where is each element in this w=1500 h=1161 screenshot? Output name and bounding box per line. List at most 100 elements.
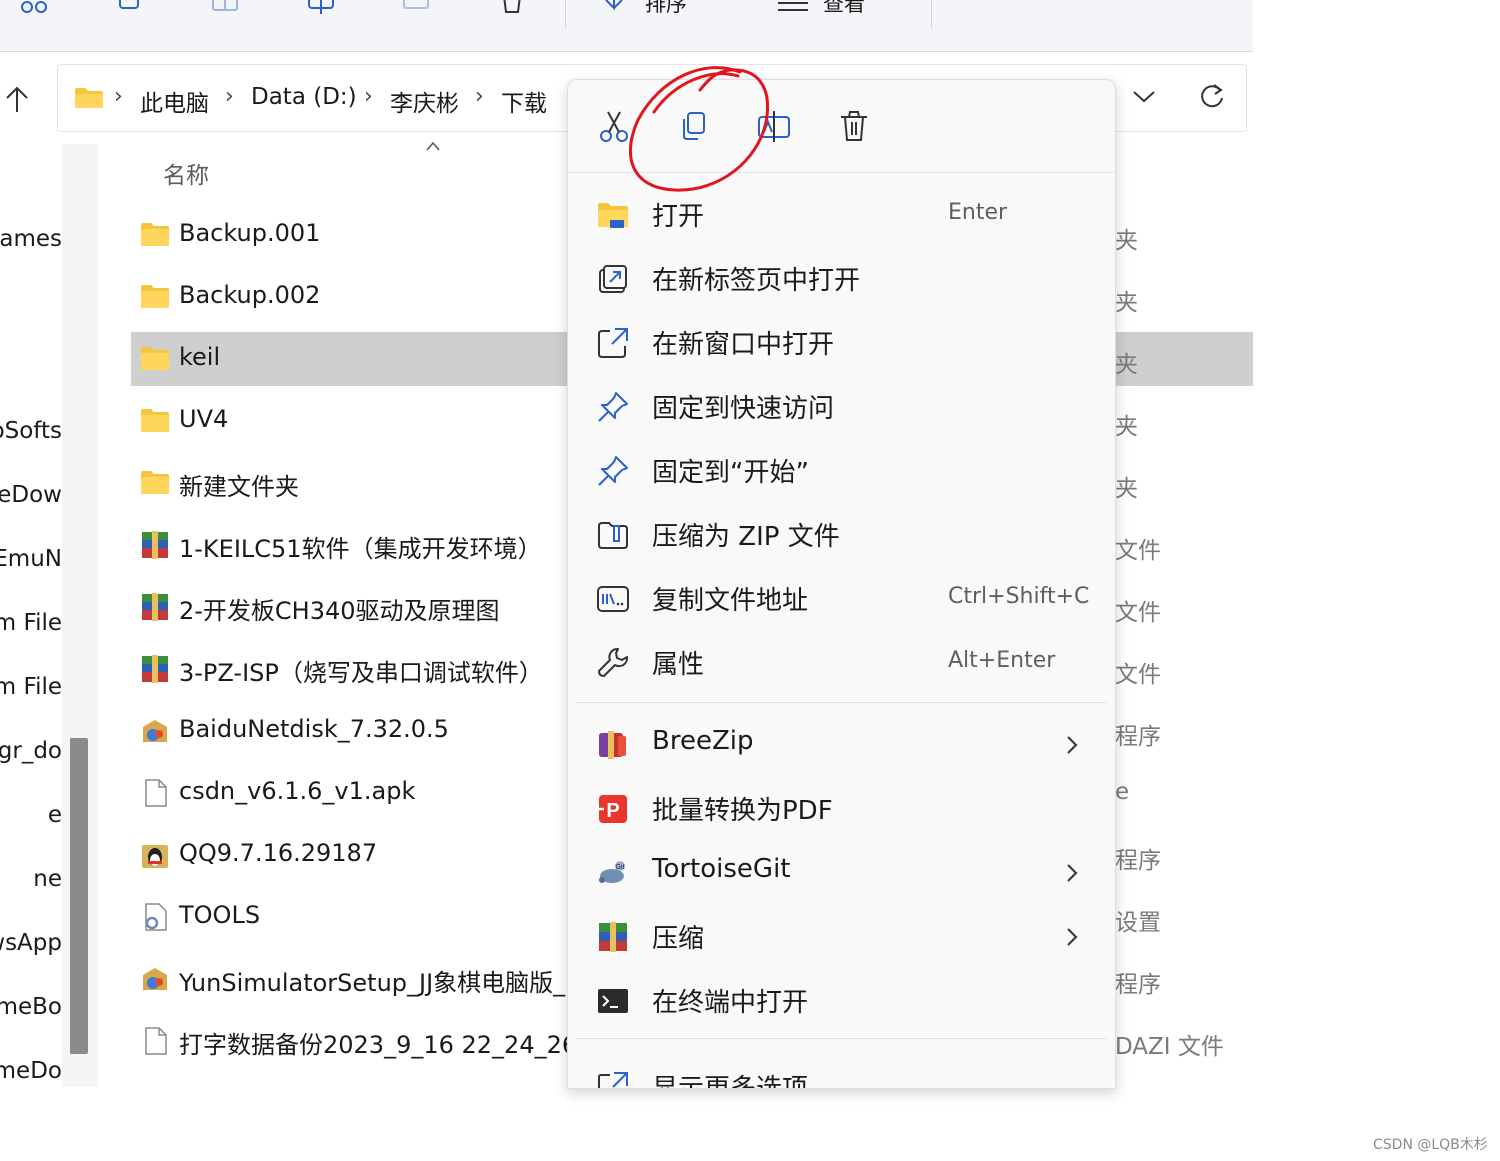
sort-button[interactable]: 排序 xyxy=(645,0,687,18)
file-name: TOOLS xyxy=(179,901,261,929)
menu-item-shortcut: Ctrl+Shift+C xyxy=(948,584,1090,609)
rename-icon[interactable] xyxy=(207,0,243,16)
menu-item[interactable]: 打开 Enter xyxy=(568,184,1115,246)
file-name: UV4 xyxy=(179,405,229,433)
toolbar-divider xyxy=(565,0,566,28)
installer-icon xyxy=(143,720,167,742)
menu-item[interactable]: BreeZip xyxy=(568,714,1115,776)
file-name: 新建文件夹 xyxy=(179,473,299,501)
menu-item-label: 在新窗口中打开 xyxy=(652,330,835,360)
delete-icon[interactable] xyxy=(494,0,530,16)
nav-item[interactable]: ne xyxy=(33,866,62,892)
file-type: e xyxy=(1115,779,1130,805)
view-button[interactable]: 查看 xyxy=(823,0,865,18)
file-name: Backup.001 xyxy=(179,219,321,247)
folder-icon xyxy=(75,88,103,108)
menu-item[interactable]: 压缩 xyxy=(568,906,1115,968)
nav-item[interactable]: oSofts xyxy=(0,418,62,444)
breadcrumb-user-folder[interactable]: 李庆彬 xyxy=(390,84,459,118)
menu-item[interactable]: 属性 Alt+Enter xyxy=(568,632,1115,694)
menu-item-label: 显示更多选项 xyxy=(652,1074,809,1089)
zip-icon xyxy=(598,522,628,549)
file-name: BaiduNetdisk_7.32.0.5 xyxy=(179,715,449,743)
file-name: Backup.002 xyxy=(179,281,321,309)
menu-item[interactable]: 在新窗口中打开 xyxy=(568,312,1115,374)
navigation-pane: ames oSofts eDow EmuN m File m File gr_d… xyxy=(0,144,62,1087)
nav-item[interactable]: e xyxy=(48,802,62,828)
menu-separator xyxy=(576,702,1107,703)
context-menu: 打开 Enter 在新标签页中打开在新窗口中打开固定到快速访问固定到“开始” 压缩为 … xyxy=(567,79,1116,1089)
menu-item-label: 压缩 xyxy=(652,924,705,954)
chevron-right-icon xyxy=(1067,736,1078,754)
breadcrumb-separator: › xyxy=(364,84,373,109)
breadcrumb-this-pc[interactable]: 此电脑 xyxy=(140,84,209,118)
file-name: 打字数据备份2023_9_16 22_24_26.c xyxy=(179,1031,598,1059)
sort-icon[interactable] xyxy=(600,0,636,16)
menu-item-label: BreeZip xyxy=(652,726,754,756)
menu-item[interactable]: 在新标签页中打开 xyxy=(568,248,1115,310)
breadcrumb-drive-d[interactable]: Data (D:) xyxy=(251,84,357,110)
archive-icon xyxy=(142,593,168,621)
terminal-icon xyxy=(598,989,628,1013)
menu-item[interactable]: 复制文件地址 Ctrl+Shift+C xyxy=(568,568,1115,630)
file-name: QQ9.7.16.29187 xyxy=(179,839,378,867)
watermark-text: CSDN @LQB木杉 xyxy=(1373,1137,1488,1153)
nav-scrollbar-thumb[interactable] xyxy=(70,738,88,1054)
nav-item[interactable]: meBo xyxy=(0,994,62,1020)
file-type: 文件 xyxy=(1115,662,1161,688)
svg-text:Git: Git xyxy=(616,864,625,871)
file-icon xyxy=(145,779,167,807)
nav-item[interactable]: ames xyxy=(0,226,62,252)
menu-item-label: 固定到“开始” xyxy=(652,458,809,488)
settings-file-icon xyxy=(145,903,167,931)
menu-item[interactable]: Git TortoiseGit xyxy=(568,842,1115,904)
rename-icon[interactable] xyxy=(756,108,792,144)
folder-icon xyxy=(141,409,169,432)
share-icon[interactable] xyxy=(303,0,339,16)
wrench-icon xyxy=(598,648,629,677)
delete-icon[interactable] xyxy=(836,108,872,144)
nav-item[interactable]: wsApp xyxy=(0,930,62,956)
menu-item[interactable]: 固定到快速访问 xyxy=(568,376,1115,438)
toolbar-divider xyxy=(931,0,932,28)
up-arrow-icon[interactable] xyxy=(4,84,30,114)
pin-icon xyxy=(598,456,628,486)
breezip-icon xyxy=(599,731,626,759)
folder-open-icon xyxy=(598,203,628,228)
file-type: 程序 xyxy=(1115,848,1161,874)
archive-icon xyxy=(142,531,168,559)
menu-item-show-more-options[interactable]: 显示更多选项 xyxy=(568,1056,1115,1089)
menu-item[interactable]: P 批量转换为PDF xyxy=(568,778,1115,840)
refresh-icon[interactable] xyxy=(1198,82,1226,110)
menu-item[interactable]: 在终端中打开 xyxy=(568,970,1115,1032)
sort-ascending-icon xyxy=(426,141,440,151)
copy-icon[interactable] xyxy=(676,108,712,144)
menu-item[interactable]: 压缩为 ZIP 文件 xyxy=(568,504,1115,566)
svg-text:P: P xyxy=(606,800,619,822)
menu-item-label: 打开 xyxy=(652,202,705,232)
copy-path-icon xyxy=(597,586,629,612)
menu-item-label: 批量转换为PDF xyxy=(652,796,833,826)
nav-item[interactable]: m File xyxy=(0,610,62,636)
cut-icon[interactable] xyxy=(596,108,632,144)
nav-item[interactable]: EmuN xyxy=(0,546,62,572)
breadcrumb-downloads[interactable]: 下载 xyxy=(501,84,547,118)
copy-path-icon[interactable] xyxy=(112,0,148,16)
menu-item[interactable]: 固定到“开始” xyxy=(568,440,1115,502)
file-type: 夹 xyxy=(1115,476,1138,502)
new-window-icon xyxy=(598,328,628,358)
nav-item[interactable]: m File xyxy=(0,674,62,700)
chevron-right-icon xyxy=(1067,928,1078,946)
chevron-down-icon[interactable] xyxy=(1131,86,1157,106)
file-type: 程序 xyxy=(1115,972,1161,998)
view-icon[interactable] xyxy=(774,0,810,16)
nav-item[interactable]: gr_do xyxy=(0,738,62,764)
more-options-icon xyxy=(598,1072,628,1088)
export-icon[interactable] xyxy=(398,0,434,16)
nav-item[interactable]: eDow xyxy=(0,482,62,508)
pin-icon xyxy=(598,392,628,422)
column-header-name[interactable]: 名称 xyxy=(163,156,209,190)
group-icon[interactable] xyxy=(16,0,52,16)
nav-item[interactable]: meDo xyxy=(0,1058,62,1084)
folder-icon xyxy=(141,347,169,370)
